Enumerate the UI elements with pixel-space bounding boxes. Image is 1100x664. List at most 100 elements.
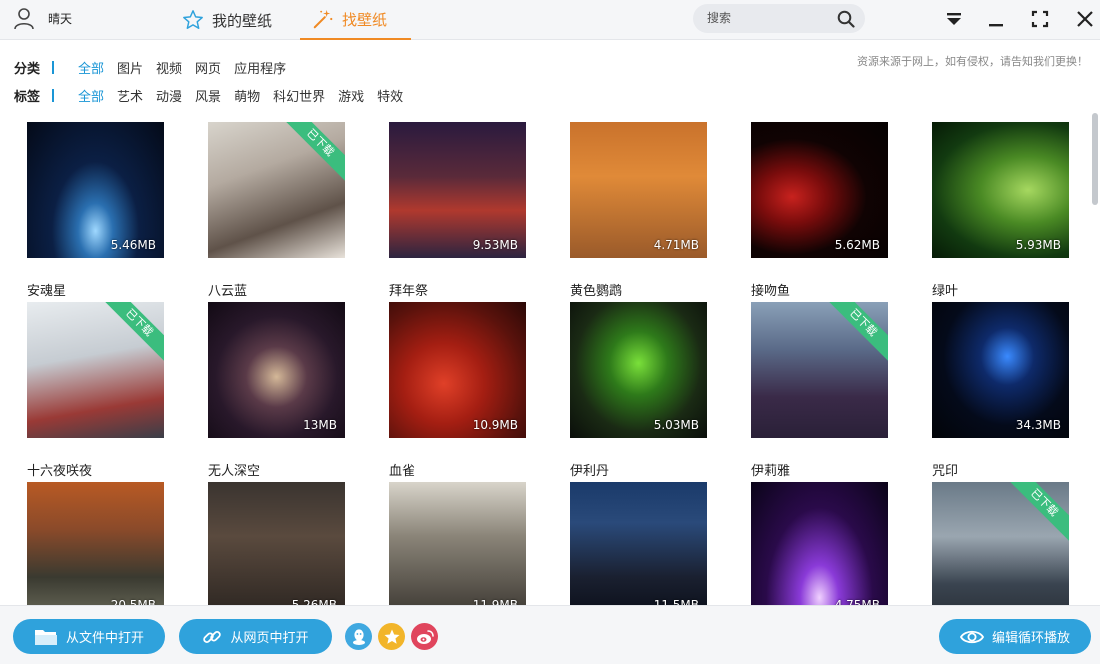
- wallpaper-thumbnail[interactable]: 4.75MB: [751, 482, 888, 605]
- search-icon[interactable]: [837, 10, 855, 28]
- category-filter-title: 分类: [14, 58, 54, 77]
- wallpaper-card[interactable]: 11.5MB: [570, 482, 707, 605]
- wallpaper-size: 9.53MB: [472, 238, 518, 252]
- wallpaper-name[interactable]: 伊莉雅: [751, 460, 790, 479]
- wallpaper-card[interactable]: 5.93MB 绿叶: [932, 122, 1069, 299]
- wallpaper-size: 34.3MB: [1015, 418, 1061, 432]
- category-item-2[interactable]: 视频: [156, 58, 182, 77]
- wallpaper-card[interactable]: 20.5MB: [27, 482, 164, 605]
- wallpaper-thumbnail[interactable]: 34.3MB: [932, 302, 1069, 438]
- wallpaper-size: 10.9MB: [472, 418, 518, 432]
- fullscreen-icon[interactable]: [1029, 8, 1051, 30]
- wallpaper-thumbnail[interactable]: 已下载: [751, 302, 888, 438]
- wallpaper-name[interactable]: 无人深空: [208, 460, 260, 479]
- scrollbar[interactable]: [1092, 113, 1098, 605]
- user-profile[interactable]: 晴天: [12, 6, 72, 30]
- tag-item-2[interactable]: 动漫: [156, 86, 182, 105]
- open-from-file-button[interactable]: 从文件中打开: [13, 619, 165, 654]
- category-filter: 分类 全部 图片 视频 网页 应用程序: [14, 58, 286, 77]
- downloaded-ribbon: 已下载: [274, 122, 345, 189]
- wallpaper-thumbnail[interactable]: 5.46MB: [27, 122, 164, 258]
- weibo-icon[interactable]: [411, 623, 438, 650]
- tag-item-5[interactable]: 科幻世界: [273, 86, 325, 105]
- wallpaper-card[interactable]: 已下载十六夜咲夜: [27, 302, 164, 479]
- wallpaper-size: 20.5MB: [110, 598, 156, 605]
- wallpaper-name[interactable]: 安魂星: [27, 280, 66, 299]
- wallpaper-thumbnail[interactable]: 10.9MB: [389, 302, 526, 438]
- wallpaper-name[interactable]: 血雀: [389, 460, 415, 479]
- wallpaper-card[interactable]: 5.62MB 接吻鱼: [751, 122, 888, 299]
- wallpaper-size: 5.46MB: [110, 238, 156, 252]
- tag-item-0[interactable]: 全部: [78, 86, 104, 105]
- wallpaper-card[interactable]: 9.53MB 拜年祭: [389, 122, 526, 299]
- wallpaper-thumbnail[interactable]: 11.5MB: [570, 482, 707, 605]
- wallpaper-size: 13MB: [303, 418, 337, 432]
- wallpaper-card[interactable]: 5.03MB 伊利丹: [570, 302, 707, 479]
- open-from-web-button[interactable]: 从网页中打开: [179, 619, 332, 654]
- eye-icon: [959, 630, 984, 643]
- close-icon[interactable]: [1074, 8, 1096, 30]
- category-item-1[interactable]: 图片: [117, 58, 143, 77]
- wallpaper-name[interactable]: 绿叶: [932, 280, 958, 299]
- category-item-0[interactable]: 全部: [78, 58, 104, 77]
- qzone-star-icon[interactable]: [378, 623, 405, 650]
- tag-item-4[interactable]: 萌物: [234, 86, 260, 105]
- wallpaper-thumbnail[interactable]: 已下载: [932, 482, 1069, 605]
- wallpaper-card[interactable]: 5.46MB 安魂星: [27, 122, 164, 299]
- tag-item-1[interactable]: 艺术: [117, 86, 143, 105]
- wallpaper-name[interactable]: 黄色鹦鹉: [570, 280, 622, 299]
- category-item-3[interactable]: 网页: [195, 58, 221, 77]
- wallpaper-size: 5.93MB: [1015, 238, 1061, 252]
- wallpaper-thumbnail[interactable]: 5.03MB: [570, 302, 707, 438]
- wallpaper-name[interactable]: 拜年祭: [389, 280, 428, 299]
- wallpaper-card[interactable]: 4.75MB: [751, 482, 888, 605]
- wallpaper-card[interactable]: 13MB 无人深空: [208, 302, 345, 479]
- tab-my-wallpapers[interactable]: 我的壁纸: [182, 0, 272, 40]
- wallpaper-card[interactable]: 11.9MB: [389, 482, 526, 605]
- category-item-4[interactable]: 应用程序: [234, 58, 286, 77]
- link-icon: [203, 630, 222, 643]
- wallpaper-name[interactable]: 接吻鱼: [751, 280, 790, 299]
- tag-item-3[interactable]: 风景: [195, 86, 221, 105]
- edit-loop-play-button[interactable]: 编辑循环播放: [939, 619, 1091, 654]
- minimize-icon[interactable]: [985, 8, 1007, 30]
- wallpaper-card[interactable]: 4.71MB 黄色鹦鹉: [570, 122, 707, 299]
- wallpaper-size: 11.9MB: [472, 598, 518, 605]
- wallpaper-size: 5.26MB: [291, 598, 337, 605]
- copyright-notice: 资源来源于网上，如有侵权，请告知我们更换！: [857, 55, 1088, 68]
- wallpaper-card[interactable]: 34.3MB 咒印: [932, 302, 1069, 479]
- tag-item-7[interactable]: 特效: [377, 86, 403, 105]
- qq-icon[interactable]: [345, 623, 372, 650]
- wallpaper-card[interactable]: 10.9MB 血雀: [389, 302, 526, 479]
- wallpaper-card[interactable]: 已下载八云蓝: [208, 122, 345, 299]
- wallpaper-thumbnail[interactable]: 11.9MB: [389, 482, 526, 605]
- downloaded-ribbon: 已下载: [817, 302, 888, 369]
- menu-dropdown-icon[interactable]: [943, 8, 965, 30]
- wallpaper-size: 11.5MB: [653, 598, 699, 605]
- wallpaper-card[interactable]: 已下载: [932, 482, 1069, 605]
- user-name: 晴天: [48, 11, 73, 26]
- tab-find-wallpapers[interactable]: 找壁纸: [300, 0, 411, 40]
- tab-my-wallpapers-label: 我的壁纸: [212, 11, 273, 30]
- wallpaper-thumbnail[interactable]: 已下载: [27, 302, 164, 438]
- wallpaper-thumbnail[interactable]: 5.62MB: [751, 122, 888, 258]
- wallpaper-card[interactable]: 已下载伊莉雅: [751, 302, 888, 479]
- wallpaper-name[interactable]: 八云蓝: [208, 280, 247, 299]
- wallpaper-name[interactable]: 咒印: [932, 460, 958, 479]
- wallpaper-thumbnail[interactable]: 13MB: [208, 302, 345, 438]
- wallpaper-size: 4.71MB: [653, 238, 699, 252]
- wallpaper-card[interactable]: 5.26MB: [208, 482, 345, 605]
- wallpaper-thumbnail[interactable]: 4.71MB: [570, 122, 707, 258]
- wallpaper-name[interactable]: 十六夜咲夜: [27, 460, 92, 479]
- wallpaper-thumbnail[interactable]: 20.5MB: [27, 482, 164, 605]
- wallpaper-size: 5.03MB: [653, 418, 699, 432]
- wallpaper-name[interactable]: 伊利丹: [570, 460, 609, 479]
- wallpaper-thumbnail[interactable]: 5.93MB: [932, 122, 1069, 258]
- wallpaper-thumbnail[interactable]: 已下载: [208, 122, 345, 258]
- search-input[interactable]: [707, 9, 827, 27]
- scrollbar-thumb[interactable]: [1092, 113, 1098, 205]
- downloaded-ribbon: 已下载: [93, 302, 164, 369]
- wallpaper-thumbnail[interactable]: 9.53MB: [389, 122, 526, 258]
- tag-item-6[interactable]: 游戏: [338, 86, 364, 105]
- wallpaper-thumbnail[interactable]: 5.26MB: [208, 482, 345, 605]
